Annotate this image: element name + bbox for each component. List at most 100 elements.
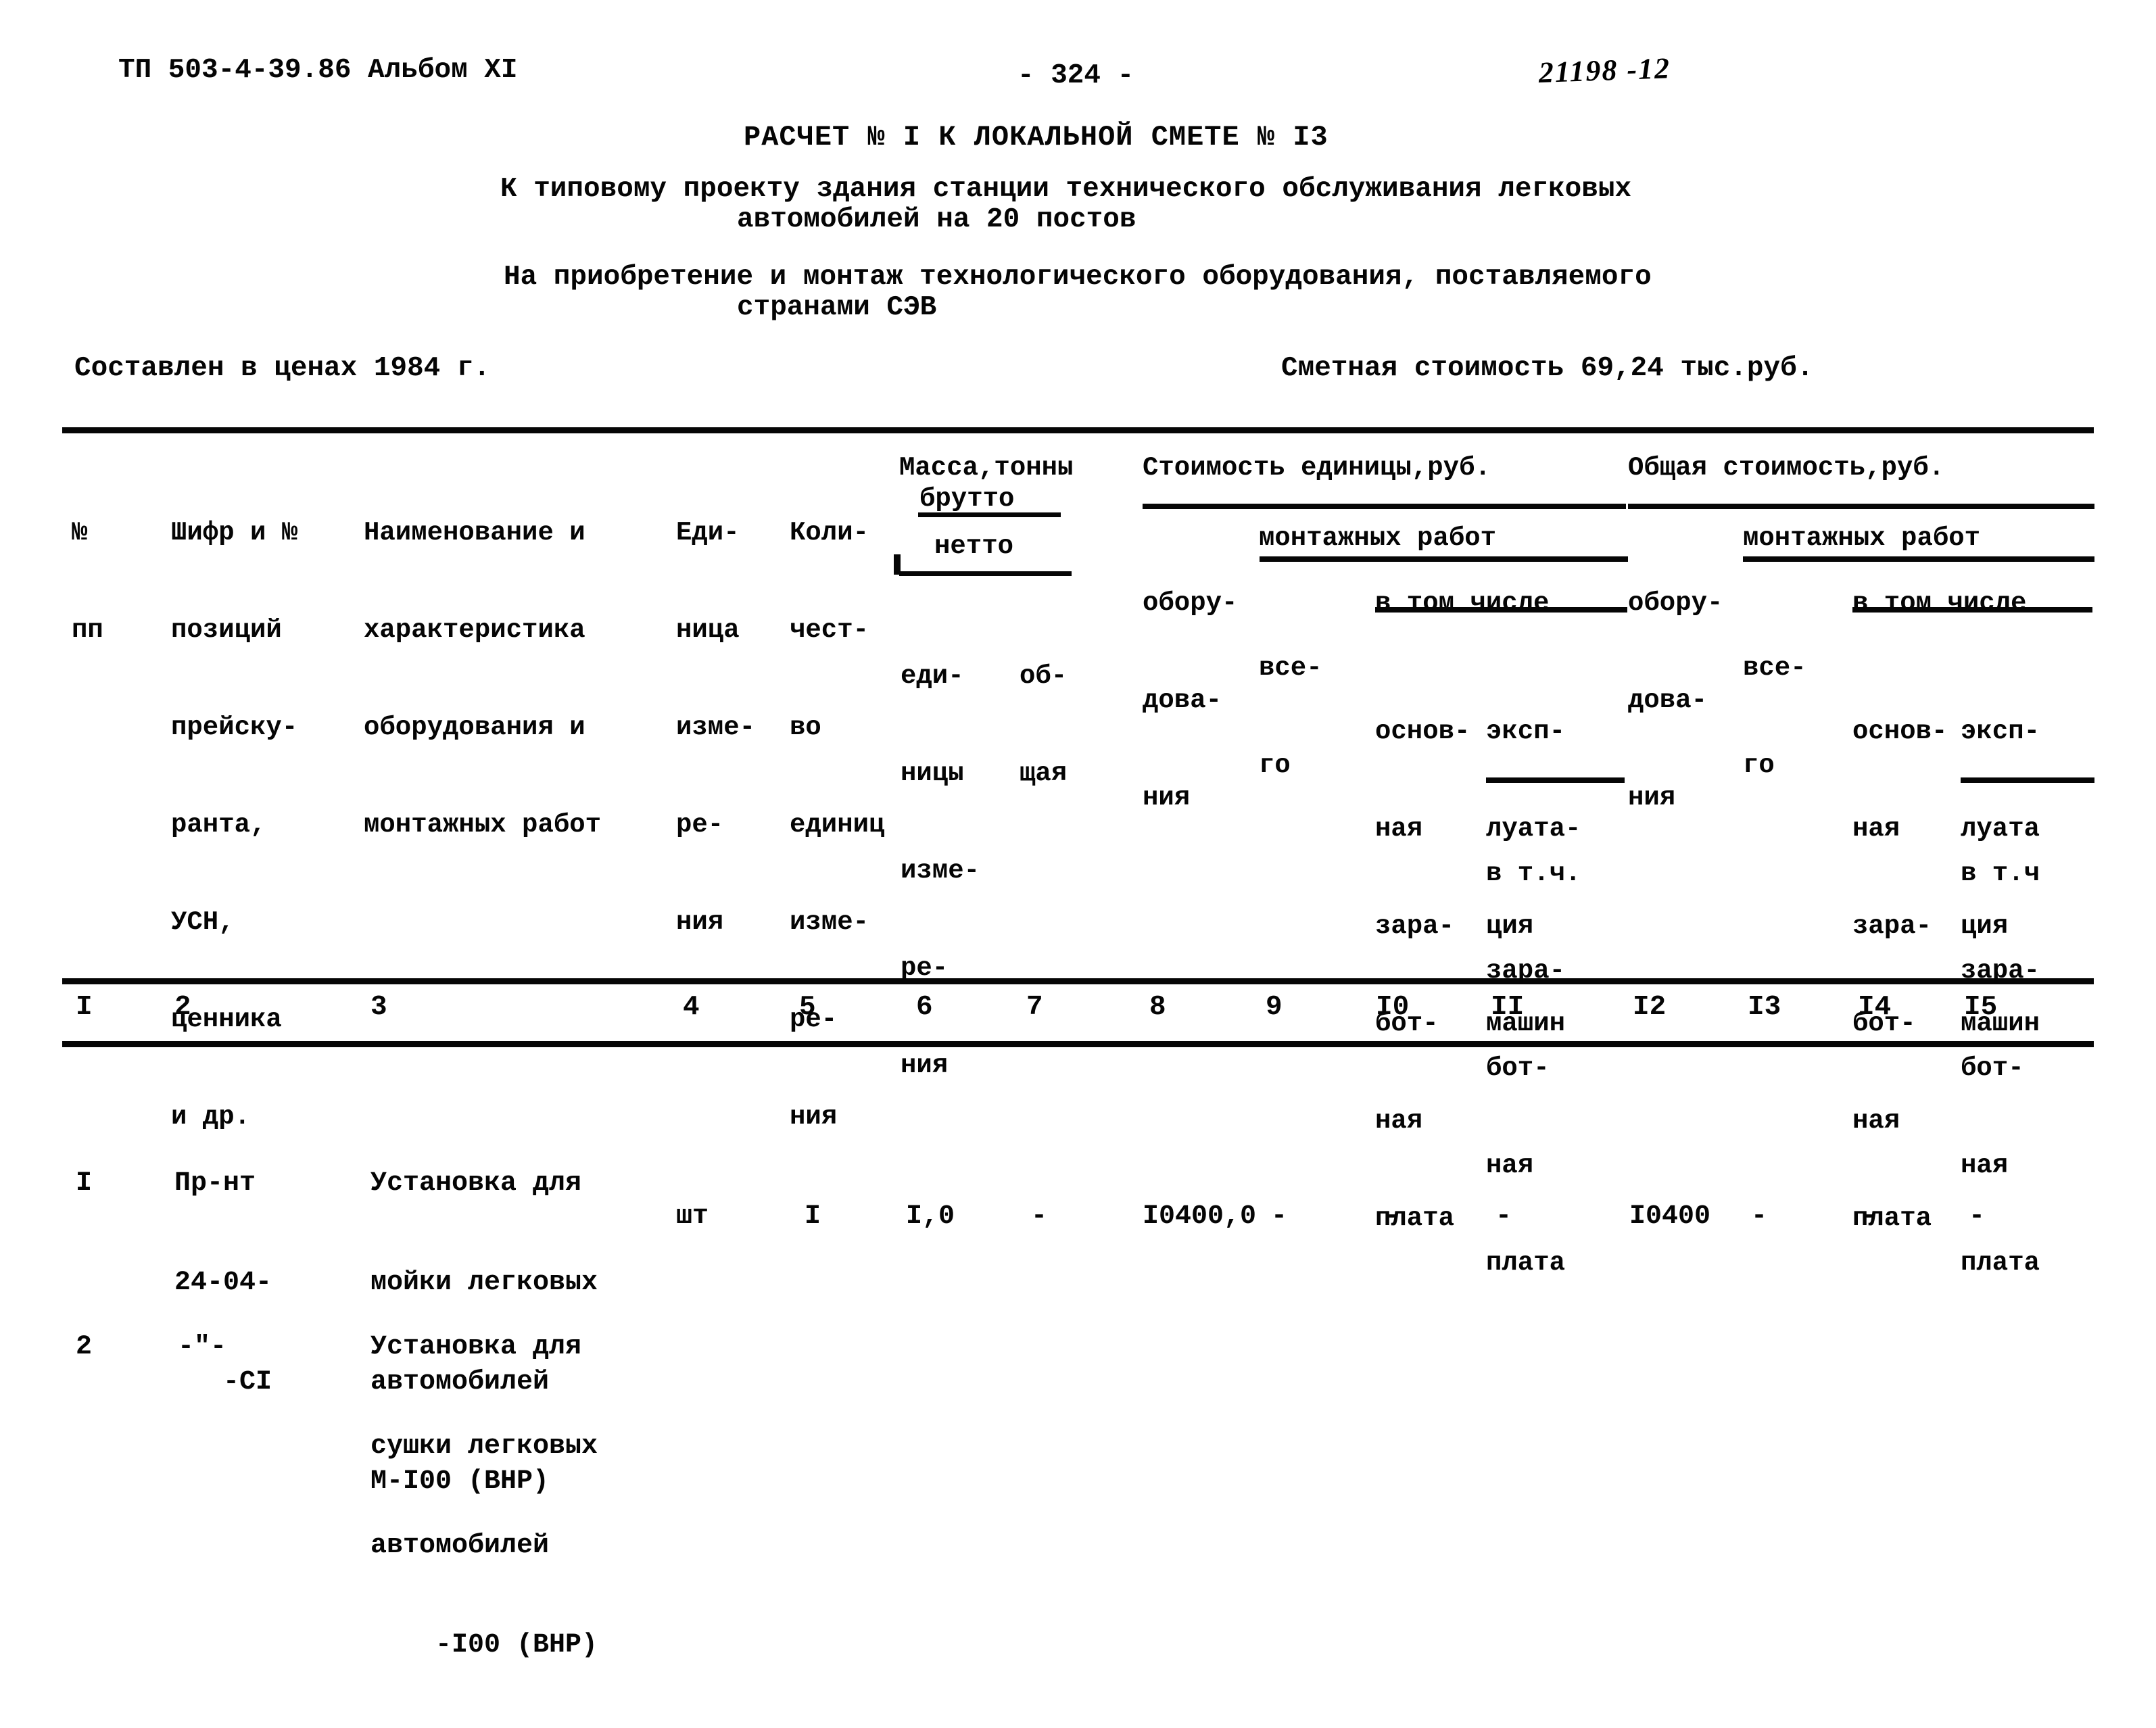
column-number-13: I3 [1748,992,1781,1023]
column-number-5: 5 [799,992,816,1023]
header-col-7: об- щая [1020,595,1083,855]
row2-name-line1: Установка для [370,1332,582,1362]
row1-name-line1: Установка для [370,1168,582,1199]
header-col3-line1: Наименование и [364,518,585,548]
row2-name-line4: -I00 (ВНР) [435,1630,598,1660]
header-col15-line1: эксп- [1961,717,2040,746]
header-col5-line1: Коли- [790,518,869,548]
header-col11-line1: эксп- [1486,717,1566,746]
header-col-6: еди- ницы изме- ре- ния [901,595,980,1147]
header-col10-line1: основ- [1375,717,1470,746]
header-col15-vtch-line1: в т.ч [1961,859,2040,888]
header-col2-line4: ранта, [171,810,266,840]
column-number-3: 3 [370,992,387,1023]
header-col4-line4: ре- [676,810,724,840]
header-col1-line1: № [72,518,88,548]
header-col-12: обору- дова- ния [1628,522,1723,879]
header-col-3: Наименование и характеристика оборудован… [364,452,601,906]
column-number-12: I2 [1633,992,1667,1023]
header-col10-line2: ная [1375,814,1423,844]
header-col8-line1: обору- [1143,588,1238,618]
row2-number: 2 [76,1332,93,1362]
column-number-10: I0 [1376,992,1410,1023]
column-number-11: II [1491,992,1525,1023]
subtitle-project-line2: автомобилей на 20 постов [737,204,1136,235]
row1-number: I [76,1168,93,1199]
column-number-15: I5 [1964,992,1998,1023]
header-mass-title: Масса,тонны [899,453,1074,483]
header-col13-line2: го [1743,750,1775,780]
row2-code-line1: -"- [178,1332,227,1362]
header-col4-line2: ница [676,615,740,645]
column-number-4: 4 [683,992,700,1023]
header-col4-line5: ния [676,907,724,937]
header-col14-line3: зара- [1852,911,1932,941]
header-col-8: обору- дова- ния [1143,522,1237,879]
document-code: ТП 503-4-39.86 Альбом XI [118,55,518,86]
header-col6-line4: ре- [901,953,949,983]
column-number-14: I4 [1858,992,1892,1023]
row2-name-line3: автомобилей [370,1531,550,1561]
header-col15-vtch-line5: плата [1961,1248,2040,1278]
header-col11-vtch-line5: плата [1486,1248,1566,1278]
header-col1-line2: пп [72,615,103,645]
row1-code-line1: Пр-нт [174,1168,256,1199]
total-cost-header-rule [1628,504,2094,509]
row1-montage-total-machines: - [1969,1201,1986,1232]
row1-unit: шт [676,1201,709,1232]
row1-montage-unit-basic-wage: - [1385,1201,1402,1232]
header-col12-line3: ния [1628,783,1676,813]
header-col15-vtch-line2: зара- [1961,956,2040,986]
netto-stub-rule [894,554,901,575]
column-number-6: 6 [916,992,933,1023]
handwritten-archive-code: 21198 -12 [1538,51,1671,89]
header-mass-netto: нетто [934,531,1014,561]
row2-name-cell: Установка для сушки легковых автомобилей… [370,1264,598,1728]
header-col9-line2: го [1259,750,1291,780]
header-col15-vtch-line4: ная [1961,1151,2009,1180]
row1-equip-total-cost: I0400 [1629,1201,1711,1232]
header-col5-line7: ния [790,1102,838,1132]
header-col3-line4: монтажных работ [364,810,602,840]
header-unit-cost-title: Стоимость единицы,руб. [1143,453,1491,483]
header-total-cost-v-tom-chisle: в том числе [1852,588,2027,618]
unit-cost-header-rule [1143,504,1626,509]
header-col10-line3: зара- [1375,911,1455,941]
subtitle-purpose-line2: странами СЭВ [737,292,937,323]
subtitle-project-line1: К типовому проекту здания станции технич… [500,174,1632,205]
estimate-total-cost: Сметная стоимость 69,24 тыс.руб. [1281,353,1814,384]
row1-montage-unit-total: - [1271,1201,1288,1232]
page-number: - 324 - [1017,60,1134,91]
subtitle-purpose-line1: На приобретение и монтаж технологическог… [504,262,1652,293]
header-col-11-bottom: в т.ч. зара- бот- ная плата [1486,792,1581,1344]
header-col2-line5: УСН, [171,907,235,937]
row1-montage-total-basic-wage: - [1861,1201,1877,1232]
row1-equip-unit-cost: I0400,0 [1143,1201,1257,1232]
row1-mass-unit: I,0 [906,1201,955,1232]
header-mass-brutto: брутто [919,484,1015,514]
header-col12-line1: обору- [1628,588,1723,618]
header-col11-vtch-line3: бот- [1486,1053,1550,1083]
header-col4-line1: Еди- [676,518,740,548]
header-col5-line2: чест- [790,615,869,645]
header-col11-vtch-line1: в т.ч. [1486,859,1581,888]
header-col2-line3: прейску- [171,713,298,742]
header-col9-line1: все- [1259,653,1322,683]
column-number-1: I [76,992,93,1023]
header-col6-line3: изме- [901,856,980,886]
header-col10-line5: ная [1375,1106,1423,1136]
row2-name-line2: сушки легковых [370,1431,598,1462]
column-number-9: 9 [1266,992,1283,1023]
header-col14-line2: ная [1852,814,1900,844]
header-total-cost-montage-works: монтажных работ [1743,523,1981,553]
prices-year-note: Составлен в ценах 1984 г. [74,353,491,384]
header-col15-vtch-line3: бот- [1961,1053,2024,1083]
header-col-15-bottom: в т.ч зара- бот- ная плата [1961,792,2040,1344]
header-col11-vtch-line4: ная [1486,1151,1534,1180]
header-total-cost-title: Общая стоимость,руб. [1628,453,1945,483]
header-col3-line2: характеристика [364,615,585,645]
column-number-bottom-rule [62,1041,2094,1047]
header-col-13: все- го [1743,587,1806,846]
table-top-rule [62,427,2094,433]
header-col6-line5: ния [901,1051,949,1080]
